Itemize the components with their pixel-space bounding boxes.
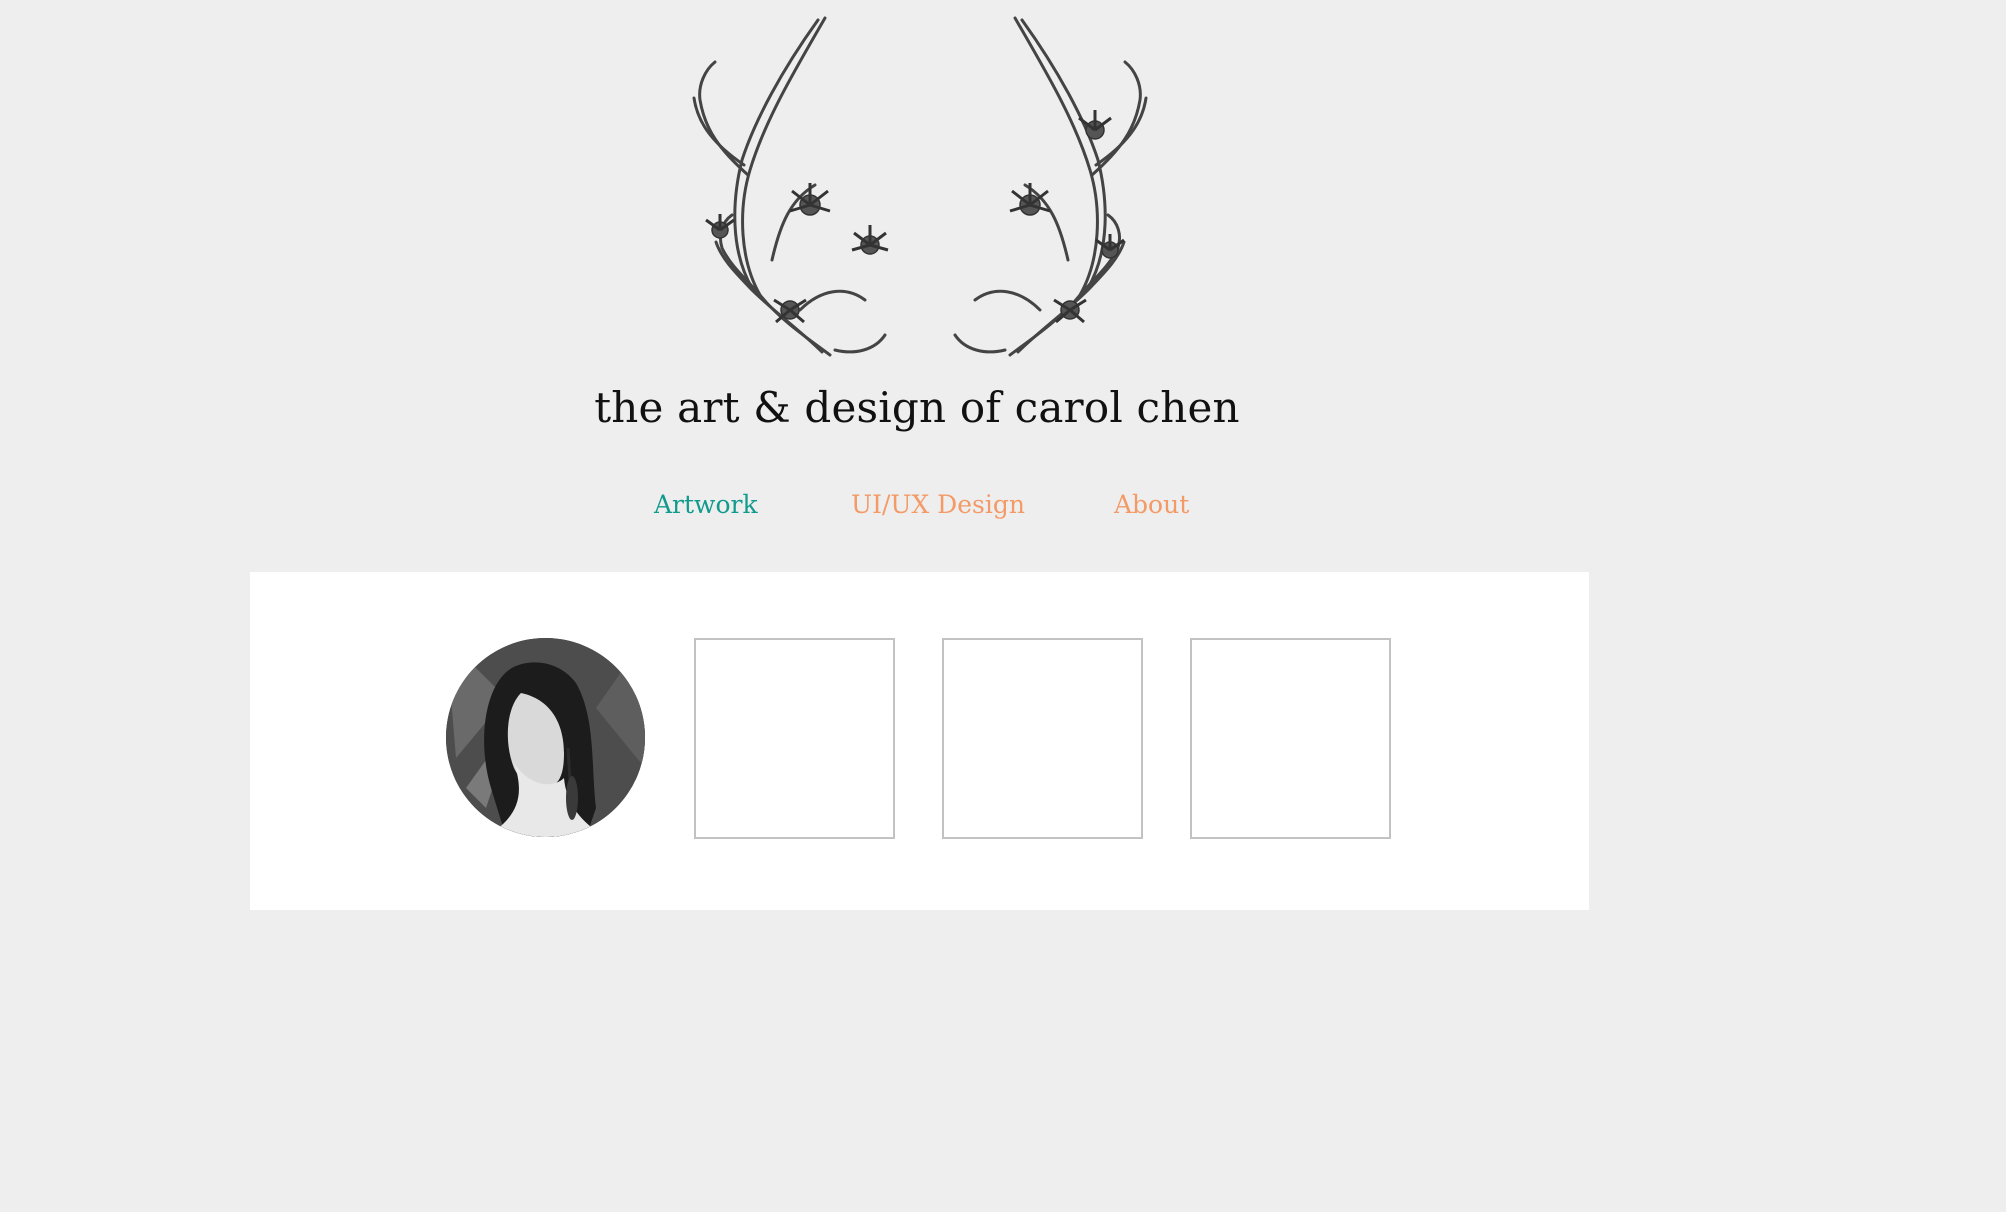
gallery-thumbnail[interactable] [942,638,1143,839]
gallery-panel [250,572,1589,910]
avatar[interactable] [446,638,645,837]
nav-uiux-design-link[interactable]: UI/UX Design [851,490,1025,519]
gallery-thumbnail[interactable] [1190,638,1391,839]
gallery-thumbnail[interactable] [694,638,895,839]
portrait-photo-icon [446,638,645,837]
site-title: the art & design of carol chen [594,383,1240,432]
nav-about-link[interactable]: About [1114,490,1189,519]
antlers-logo-icon [692,16,1148,357]
main-nav: Artwork UI/UX Design About [0,490,2006,530]
nav-artwork-link[interactable]: Artwork [654,490,758,519]
